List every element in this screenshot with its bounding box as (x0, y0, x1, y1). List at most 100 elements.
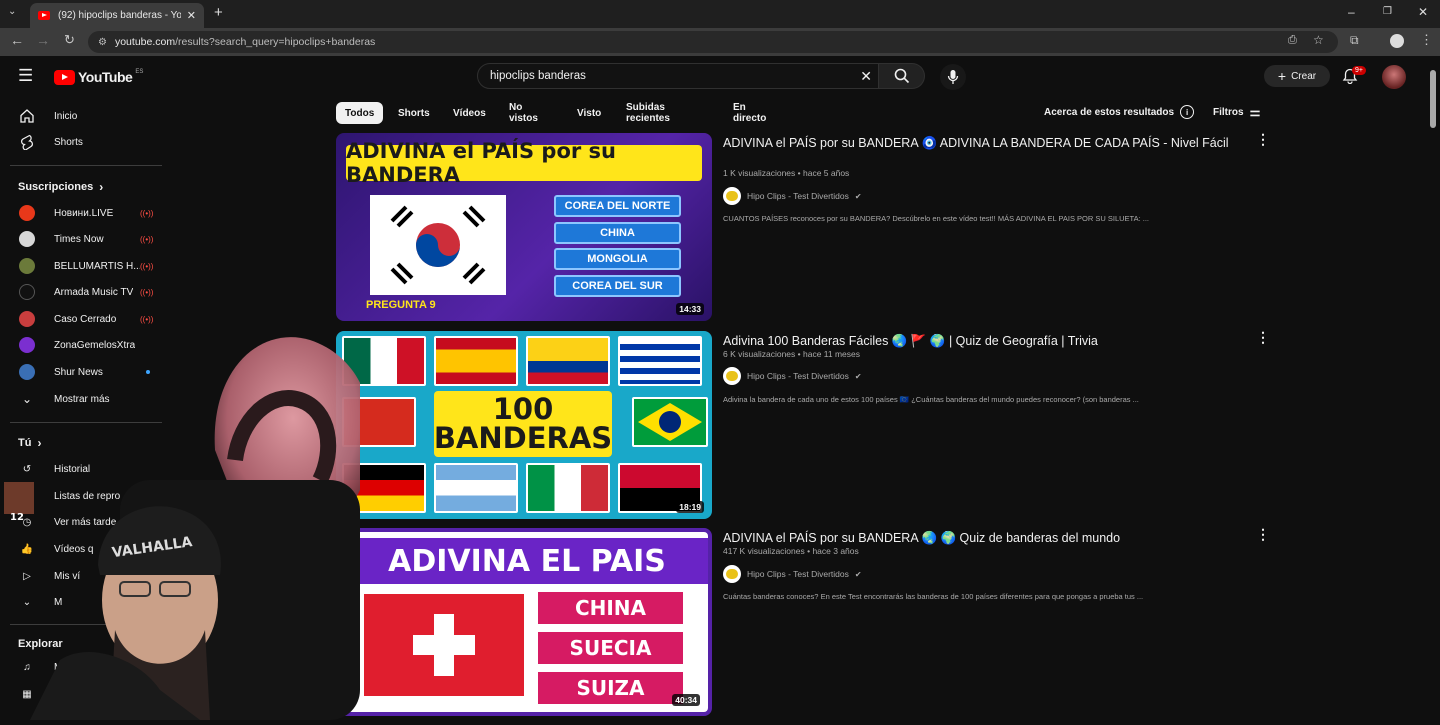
sidebar-item-channel[interactable]: Armada Music TV ((•)) (0, 279, 172, 305)
verified-check-icon: ✔ (854, 371, 862, 381)
chip-no-vistos[interactable]: No vistos (500, 102, 547, 124)
close-window-button[interactable]: ✕ (1418, 5, 1428, 19)
video-title[interactable]: Adivina 100 Banderas Fáciles 🌏 🚩 🌍 | Qui… (723, 333, 1243, 350)
channel-avatar (723, 187, 741, 205)
video-meta: 417 K visualizaciones • hace 3 años (723, 546, 859, 556)
verified-check-icon: ✔ (854, 569, 862, 579)
video-title[interactable]: ADIVINA el PAÍS por su BANDERA 🧿 ADIVINA… (723, 135, 1243, 152)
plus-icon: + (1277, 68, 1287, 84)
search-button[interactable] (879, 63, 925, 89)
channel-avatar (18, 283, 36, 301)
user-avatar[interactable] (1382, 65, 1406, 89)
tab-title: (92) hipoclips banderas - YouTube (58, 10, 181, 21)
more-actions-icon[interactable]: ⋮ (1256, 131, 1270, 148)
more-actions-icon[interactable]: ⋮ (1256, 329, 1270, 346)
site-info-icon[interactable]: ⚙ (98, 37, 107, 48)
notification-badge: 9+ (1352, 66, 1366, 75)
new-tab-button[interactable]: + (214, 4, 223, 21)
restore-button[interactable]: ❐ (1383, 6, 1392, 17)
more-actions-icon[interactable]: ⋮ (1256, 526, 1270, 543)
filters-button[interactable]: Filtros ⚌ (1213, 105, 1260, 119)
video-thumbnail[interactable]: ADIVINA el PAÍS por su BANDERA COREA DEL… (336, 133, 712, 321)
verified-check-icon: ✔ (854, 191, 862, 201)
page-scrollbar[interactable] (1430, 70, 1436, 128)
uruguay-flag-image (618, 336, 702, 386)
chip-todos[interactable]: Todos (336, 102, 384, 124)
youtube-header: ☰ YouTube ES hipoclips banderas ✕ + Crea… (0, 56, 1440, 96)
thumbnail-banner: ADIVINA el PAÍS por su BANDERA (346, 139, 702, 187)
chip-en-directo[interactable]: En directo (724, 102, 775, 124)
clear-search-icon[interactable]: ✕ (860, 68, 872, 85)
browser-toolbar: ← → ↻ ⚙ youtube.com/results?search_query… (0, 28, 1440, 56)
forward-icon[interactable]: → (36, 32, 50, 48)
bookmark-star-icon[interactable]: ☆ (1313, 33, 1324, 47)
video-thumbnail[interactable]: ADIVINA EL PAIS CHINA SUECIA SUIZA 40:34 (336, 528, 712, 716)
live-indicator-icon: ((•)) (140, 314, 154, 324)
close-tab-icon[interactable]: ✕ (187, 9, 196, 22)
minimize-button[interactable]: – (1348, 5, 1355, 19)
chip-subidas-recientes[interactable]: Subidas recientes (617, 102, 679, 124)
chip-visto[interactable]: Visto (568, 102, 610, 124)
channel-link[interactable]: Hipo Clips - Test Divertidos ✔ (723, 367, 862, 385)
search-input[interactable]: hipoclips banderas ✕ (477, 63, 879, 89)
create-button[interactable]: + Crear (1264, 65, 1330, 87)
install-app-icon[interactable]: ⎙ (1288, 34, 1297, 47)
browser-tab-bar: ⌄ (92) hipoclips banderas - YouTube ✕ + … (0, 0, 1440, 28)
search-query: hipoclips banderas (490, 70, 586, 82)
back-icon[interactable]: ← (10, 32, 24, 48)
colombia-flag-image (526, 336, 610, 386)
channel-name: Caso Cerrado (54, 313, 117, 325)
search-result[interactable]: ADIVINA EL PAIS CHINA SUECIA SUIZA 40:34… (336, 526, 1436, 718)
extensions-icon[interactable]: ⧉ (1350, 33, 1359, 48)
channel-name: Hipo Clips - Test Divertidos (747, 569, 849, 579)
tab-search-icon[interactable]: ⌄ (8, 6, 16, 17)
about-results-link[interactable]: Acerca de estos resultados i (1044, 105, 1195, 119)
brazil-flag-image (632, 397, 708, 447)
channel-avatar (18, 310, 36, 328)
spain-flag-image (434, 336, 518, 386)
video-title[interactable]: ADIVINA el PAÍS por su BANDERA 🌏 🌍 Quiz … (723, 530, 1243, 547)
argentina-flag-image (434, 463, 518, 513)
voice-search-button[interactable] (940, 64, 966, 90)
hamburger-menu-icon[interactable]: ☰ (18, 66, 33, 86)
video-duration: 18:19 (676, 501, 704, 513)
youtube-logo[interactable]: YouTube ES (54, 69, 143, 85)
video-description: Cuántas banderas conoces? En este Test e… (723, 592, 1144, 601)
live-indicator-icon: ((•)) (140, 261, 154, 271)
search-result[interactable]: 100 BANDERAS 18:19 Adivina 100 Banderas … (336, 329, 1436, 521)
thumbnail-option: CHINA (538, 592, 683, 624)
channel-link[interactable]: Hipo Clips - Test Divertidos ✔ (723, 565, 862, 583)
address-bar[interactable]: ⚙ youtube.com/results?search_query=hipoc… (88, 31, 1338, 53)
sidebar-item-channel[interactable]: Times Now ((•)) (0, 226, 172, 252)
chevron-right-icon: › (99, 180, 104, 194)
sidebar-item-shorts[interactable]: Shorts (0, 129, 172, 155)
sidebar-item-inicio[interactable]: Inicio (0, 103, 172, 129)
sidebar-item-channel[interactable]: Новини.LIVE ((•)) (0, 200, 172, 226)
sidebar-item-channel[interactable]: BELLUMARTIS H... ((•)) (0, 253, 172, 279)
sidebar-item-channel[interactable]: Caso Cerrado ((•)) (0, 306, 172, 332)
live-indicator-icon: ((•)) (140, 287, 154, 297)
video-thumbnail[interactable]: 100 BANDERAS 18:19 (336, 331, 712, 519)
thumbnail-option: CHINA (554, 222, 681, 244)
reload-icon[interactable]: ↻ (64, 32, 75, 48)
thumbnail-question-label: PREGUNTA 9 (366, 299, 436, 311)
channel-name: Armada Music TV (54, 286, 134, 298)
channel-link[interactable]: Hipo Clips - Test Divertidos ✔ (723, 187, 862, 205)
filters-label: Filtros (1213, 106, 1244, 118)
browser-tab[interactable]: (92) hipoclips banderas - YouTube ✕ (30, 3, 204, 28)
thumbnail-banner: ADIVINA EL PAIS (346, 538, 708, 584)
video-description: CUANTOS PAÍSES reconoces por su BANDERA?… (723, 214, 1150, 223)
browser-menu-icon[interactable]: ⋮ (1420, 32, 1433, 48)
video-meta: 1 K visualizaciones • hace 5 años (723, 168, 850, 178)
search-result[interactable]: ADIVINA el PAÍS por su BANDERA COREA DEL… (336, 131, 1436, 323)
channel-avatar (723, 565, 741, 583)
profile-icon[interactable] (1390, 34, 1404, 48)
subscriptions-header[interactable]: Suscripciones › (18, 180, 103, 194)
search-icon (894, 68, 909, 84)
chip-shorts[interactable]: Shorts (389, 102, 439, 124)
chip-videos[interactable]: Vídeos (444, 102, 495, 124)
shorts-icon (18, 133, 36, 151)
logo-region: ES (135, 69, 144, 75)
video-duration: 40:34 (672, 694, 700, 706)
channel-name: Hipo Clips - Test Divertidos (747, 371, 849, 381)
